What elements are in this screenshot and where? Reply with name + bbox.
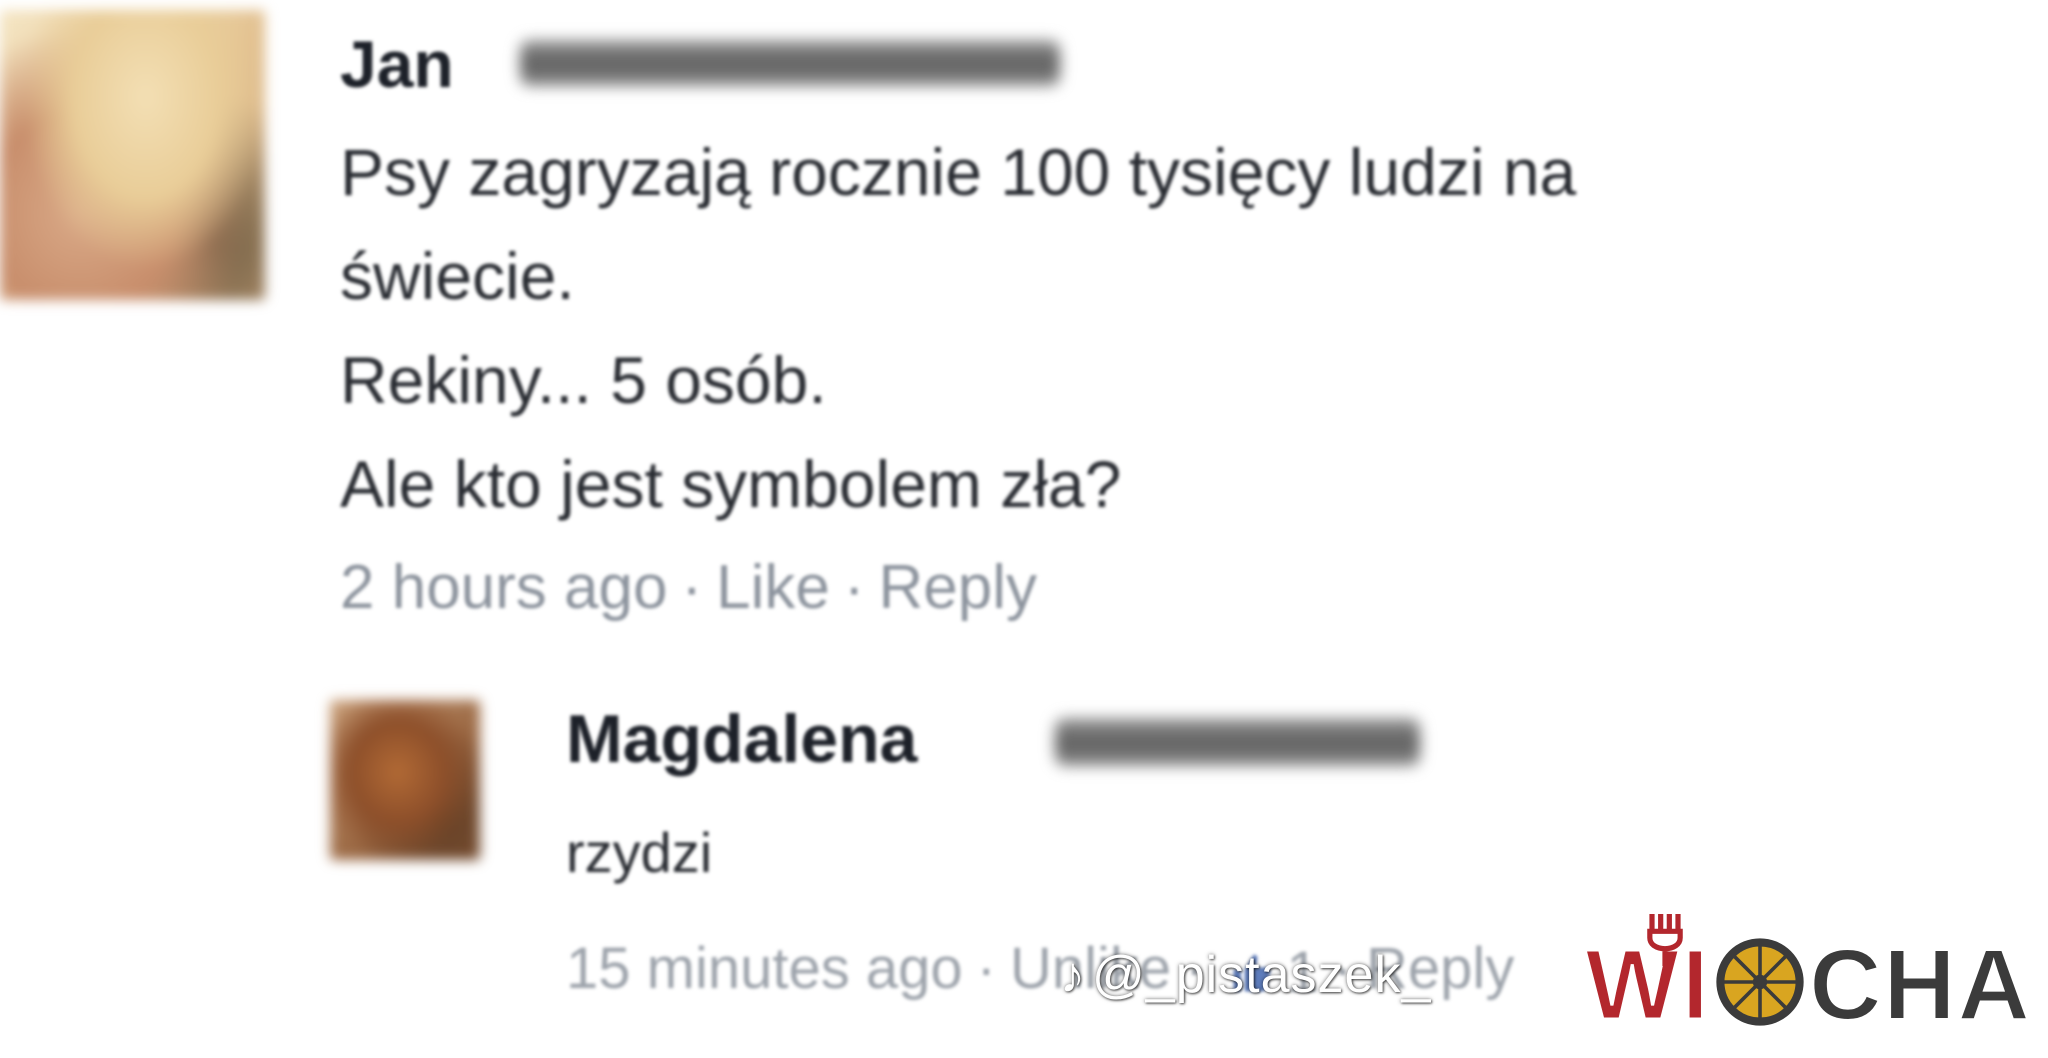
comment-line: świecie. xyxy=(340,239,575,313)
reply-link[interactable]: Reply xyxy=(879,553,1038,622)
wheel-icon xyxy=(1716,938,1804,1026)
brand-suffix: CHA xyxy=(1808,928,2032,1042)
reply-body: rzydzi xyxy=(566,821,713,884)
comment-line: Psy zagryzają rocznie 100 tysięcy ludzi … xyxy=(340,135,1577,209)
avatar-jan[interactable] xyxy=(0,10,265,300)
meta-separator: · xyxy=(976,936,996,1001)
reply-author-name[interactable]: Magdalena xyxy=(566,700,917,778)
comment-body: Psy zagryzają rocznie 100 tysięcy ludzi … xyxy=(340,120,1576,536)
comment-author-name[interactable]: Jan xyxy=(340,26,454,102)
meta-separator: · xyxy=(681,553,703,622)
tiktok-handle: @_pistaszek_ xyxy=(1092,946,1432,1004)
tiktok-icon: ♪ xyxy=(1060,947,1086,1003)
redacted-surname xyxy=(1055,718,1420,766)
comment-thread: Jan Psy zagryzają rocznie 100 tysięcy lu… xyxy=(0,0,2048,1058)
comment-meta: 2 hours ago · Like · Reply xyxy=(340,552,1037,623)
fork-icon xyxy=(1647,914,1683,966)
comment-line: Rekiny... 5 osób. xyxy=(340,343,827,417)
comment-timestamp[interactable]: 2 hours ago xyxy=(340,553,667,622)
reply-timestamp[interactable]: 15 minutes ago xyxy=(566,936,963,1001)
redacted-surname xyxy=(520,40,1060,86)
meta-separator: · xyxy=(843,553,865,622)
like-link[interactable]: Like xyxy=(716,553,830,622)
comment-line: Ale kto jest symbolem zła? xyxy=(340,447,1122,521)
tiktok-watermark: ♪ @_pistaszek_ xyxy=(1060,945,1431,1005)
avatar-magdalena[interactable] xyxy=(330,700,480,860)
brand-logo: WI CHA xyxy=(1583,914,2032,1043)
